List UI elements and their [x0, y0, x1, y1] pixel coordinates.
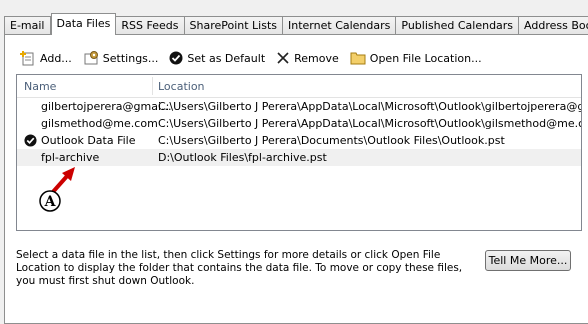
add-button[interactable]: Add...	[20, 50, 72, 66]
info-text: Select a data file in the list, then cli…	[16, 249, 463, 287]
callout-letter: A	[44, 194, 57, 210]
callout-arrow-icon: A	[39, 167, 75, 212]
remove-button[interactable]: Remove	[276, 51, 339, 65]
tab-data-files[interactable]: Data Files	[50, 13, 117, 35]
data-files-list[interactable]: Name Location gilbertojperera@gmai... C:…	[16, 74, 582, 231]
default-check-icon	[24, 134, 37, 147]
tab-internet-calendars[interactable]: Internet Calendars	[283, 16, 397, 35]
settings-icon	[84, 51, 98, 65]
remove-x-icon	[277, 52, 289, 64]
file-location: D:\Outlook Files\fpl-archive.pst	[158, 151, 327, 164]
tab-rss-feeds[interactable]: RSS Feeds	[116, 16, 185, 35]
file-name: gilsmethod@me.com	[41, 117, 158, 130]
open-file-location-button[interactable]: Open File Location...	[350, 51, 482, 65]
file-name: Outlook Data File	[41, 134, 136, 147]
settings-label: Settings...	[102, 51, 159, 65]
callout-annotation: A	[38, 163, 86, 216]
list-row[interactable]: Outlook Data File C:\Users\Gilberto J Pe…	[17, 132, 581, 149]
list-row[interactable]: gilsmethod@me.com C:\Users\Gilberto J Pe…	[17, 115, 581, 132]
tab-email[interactable]: E-mail	[4, 16, 51, 35]
open-file-location-label: Open File Location...	[369, 51, 482, 65]
set-default-label: Set as Default	[187, 51, 266, 65]
list-row[interactable]: gilbertojperera@gmai... C:\Users\Gilbert…	[17, 98, 581, 115]
column-header-location[interactable]: Location	[158, 80, 205, 93]
file-location: C:\Users\Gilberto J Perera\AppData\Local…	[158, 117, 582, 130]
column-divider[interactable]	[152, 77, 153, 95]
folder-icon	[350, 52, 366, 65]
add-label: Add...	[40, 51, 72, 65]
tell-me-more-button[interactable]: Tell Me More...	[485, 250, 571, 271]
file-name: gilbertojperera@gmai...	[41, 100, 172, 113]
remove-label: Remove	[294, 51, 339, 65]
tab-published-calendars[interactable]: Published Calendars	[396, 16, 520, 35]
list-row-selected[interactable]: fpl-archive D:\Outlook Files\fpl-archive…	[17, 149, 581, 166]
toolbar: Add... Settings... Set as Default Remove…	[20, 49, 493, 67]
column-header-name[interactable]: Name	[24, 80, 56, 93]
file-location: C:\Users\Gilberto J Perera\Documents\Out…	[158, 134, 505, 147]
tab-address-books[interactable]: Address Books	[519, 16, 588, 35]
file-location: C:\Users\Gilberto J Perera\AppData\Local…	[158, 100, 582, 113]
tab-strip: E-mail Data Files RSS Feeds SharePoint L…	[4, 13, 588, 35]
list-header: Name Location	[17, 75, 581, 98]
settings-button[interactable]: Settings...	[83, 50, 159, 66]
set-default-button[interactable]: Set as Default	[169, 51, 265, 65]
add-file-icon	[20, 51, 34, 66]
check-circle-icon	[169, 51, 183, 65]
tab-sharepoint-lists[interactable]: SharePoint Lists	[184, 16, 284, 35]
